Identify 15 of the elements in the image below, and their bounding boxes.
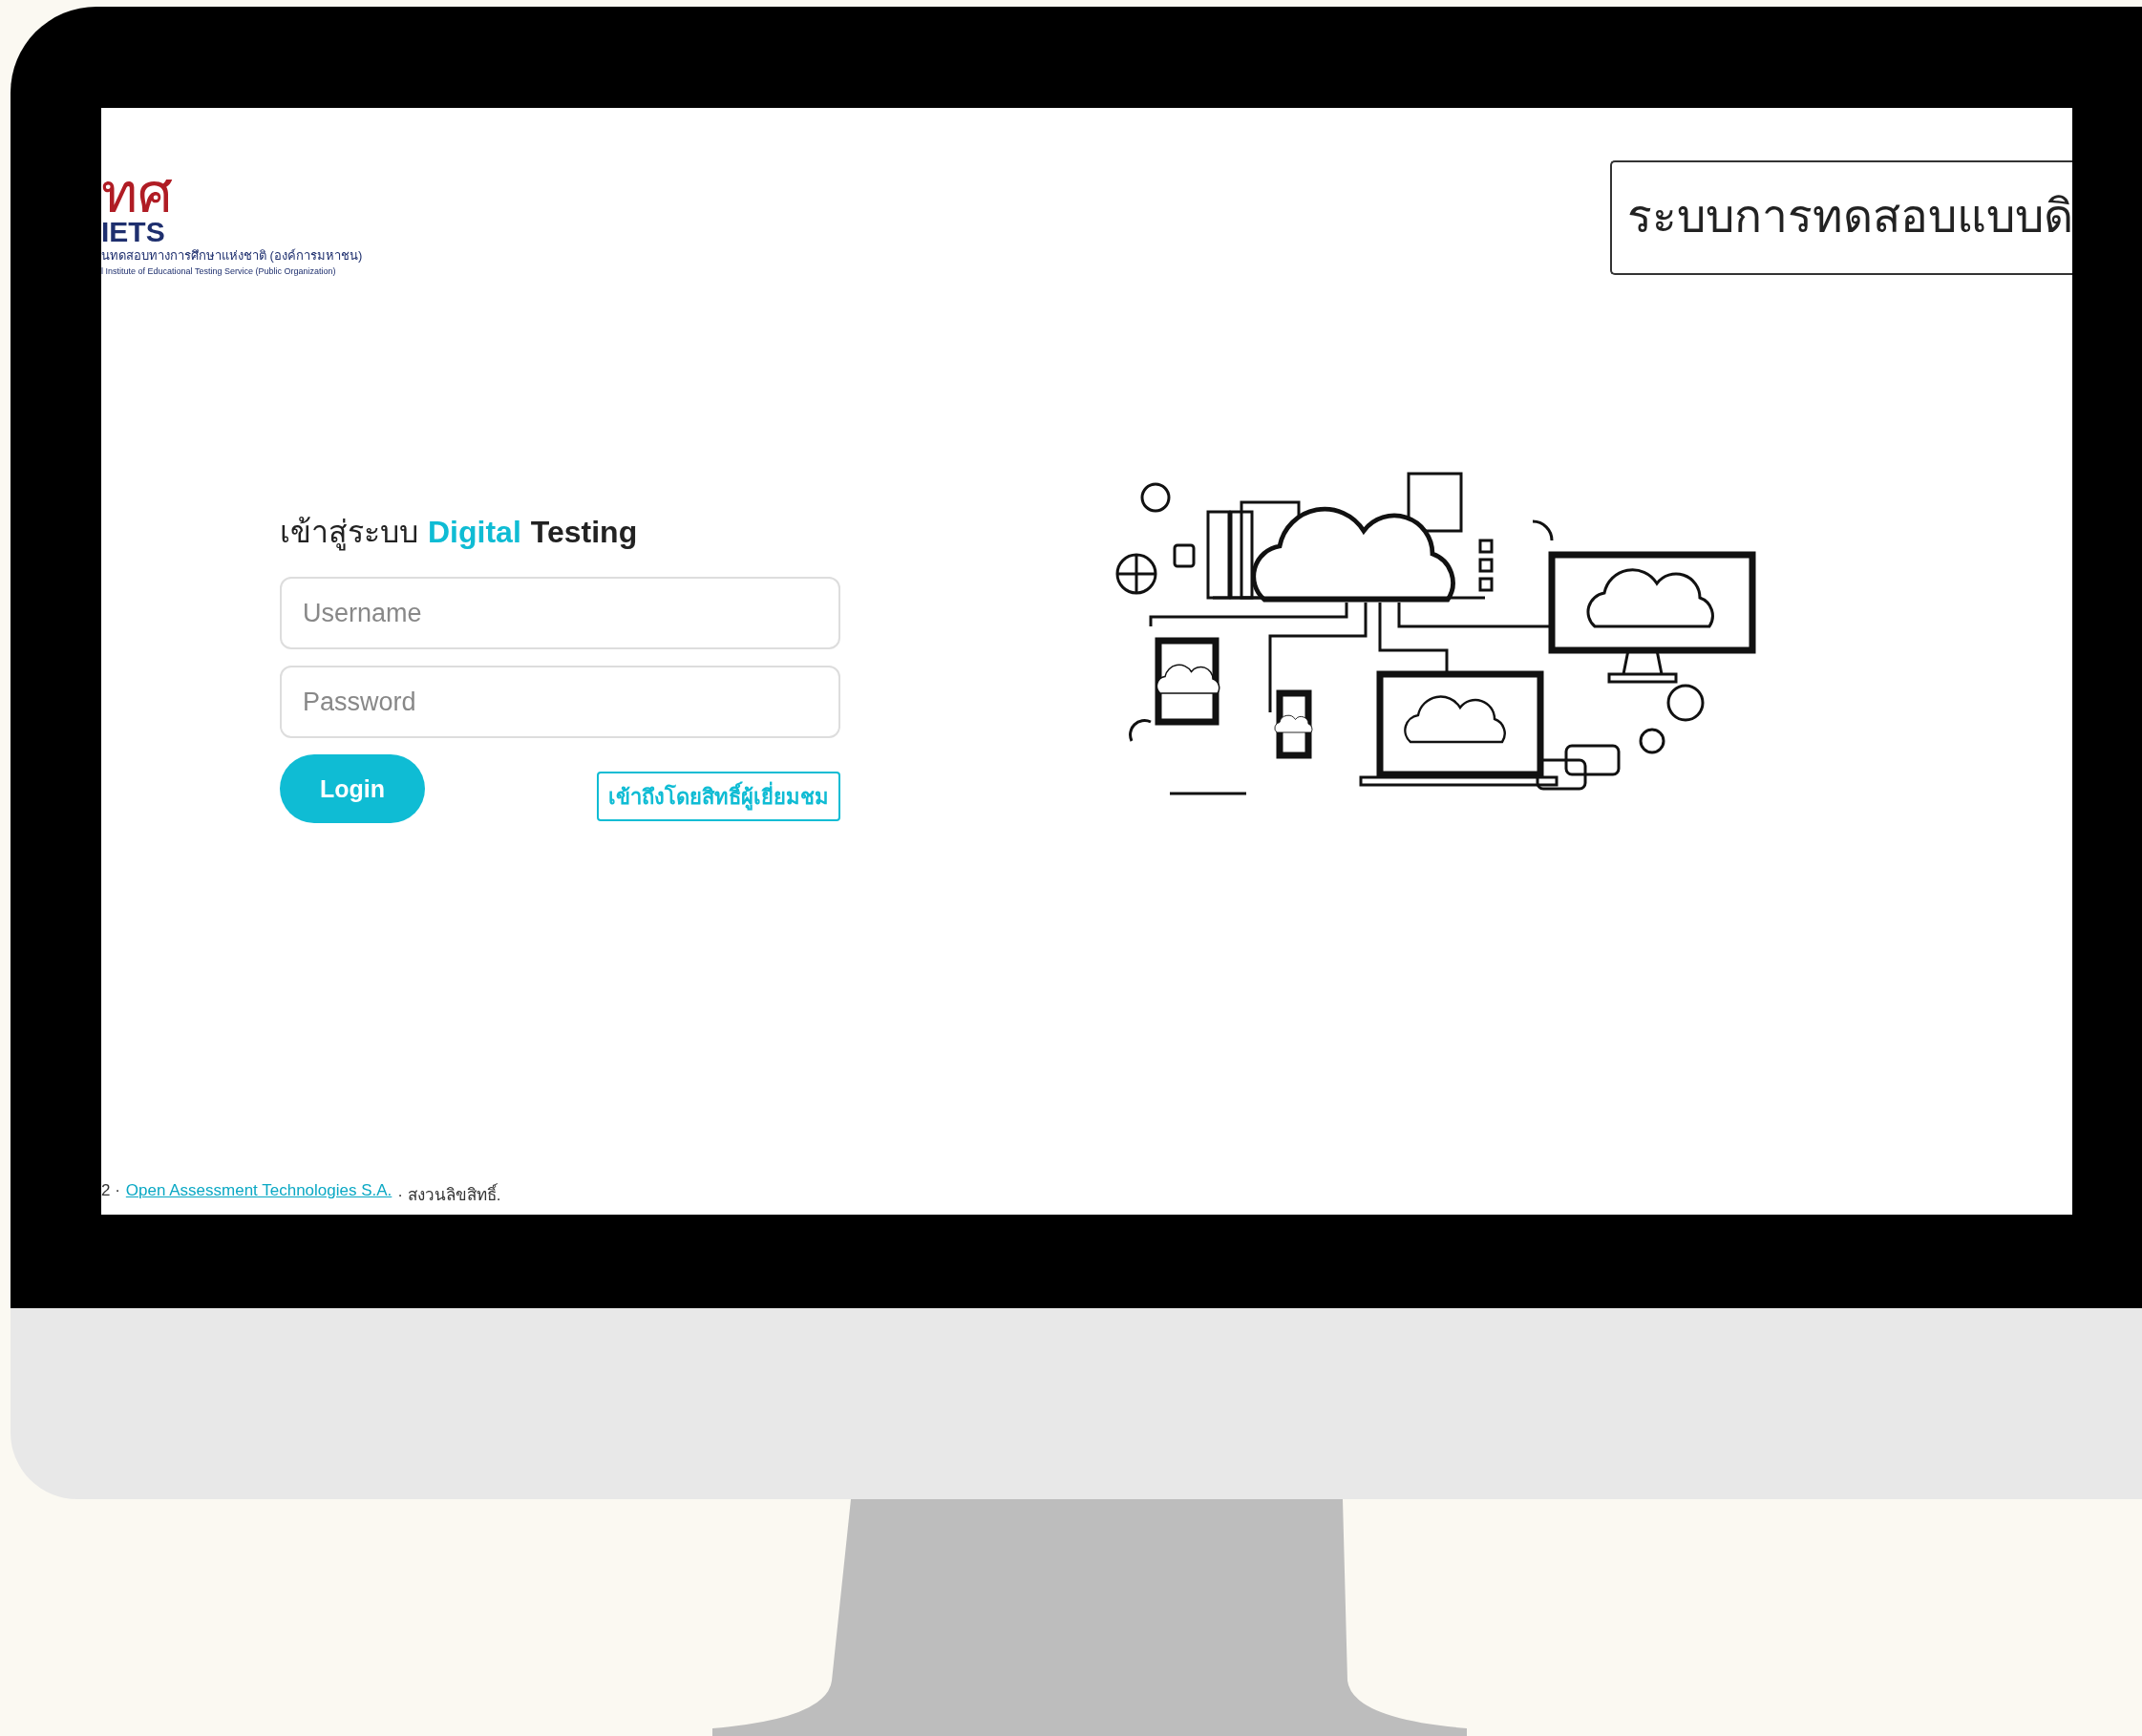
logo-acronym: IETS <box>101 218 165 246</box>
logo-english-name: l Institute of Educational Testing Service (Public Organization) <box>101 265 336 278</box>
footer-text: · สงวนลิขสิทธิ์. <box>397 1181 501 1207</box>
system-title: ระบบการทดสอบแบบดิ <box>1610 160 2072 275</box>
footer-text: 2 · <box>101 1181 120 1201</box>
logo-mark: ทศ <box>101 168 173 218</box>
heading-text: เข้าสู่ระบบ <box>280 514 418 553</box>
password-field[interactable]: Password <box>280 666 840 738</box>
heading-highlight: Digital <box>428 515 521 550</box>
login-button[interactable]: Login <box>280 754 425 823</box>
guest-access-button[interactable]: เข้าถึงโดยสิทธิ์ผู้เยี่ยมชม <box>597 772 840 821</box>
username-field[interactable]: Username <box>280 577 840 649</box>
heading-text: Testing <box>530 515 638 550</box>
logo-thai-name: นทดสอบทางการศึกษาแห่งชาติ (องค์การมหาชน) <box>101 247 363 265</box>
footer-link[interactable]: Open Assessment Technologies S.A. <box>125 1181 392 1207</box>
